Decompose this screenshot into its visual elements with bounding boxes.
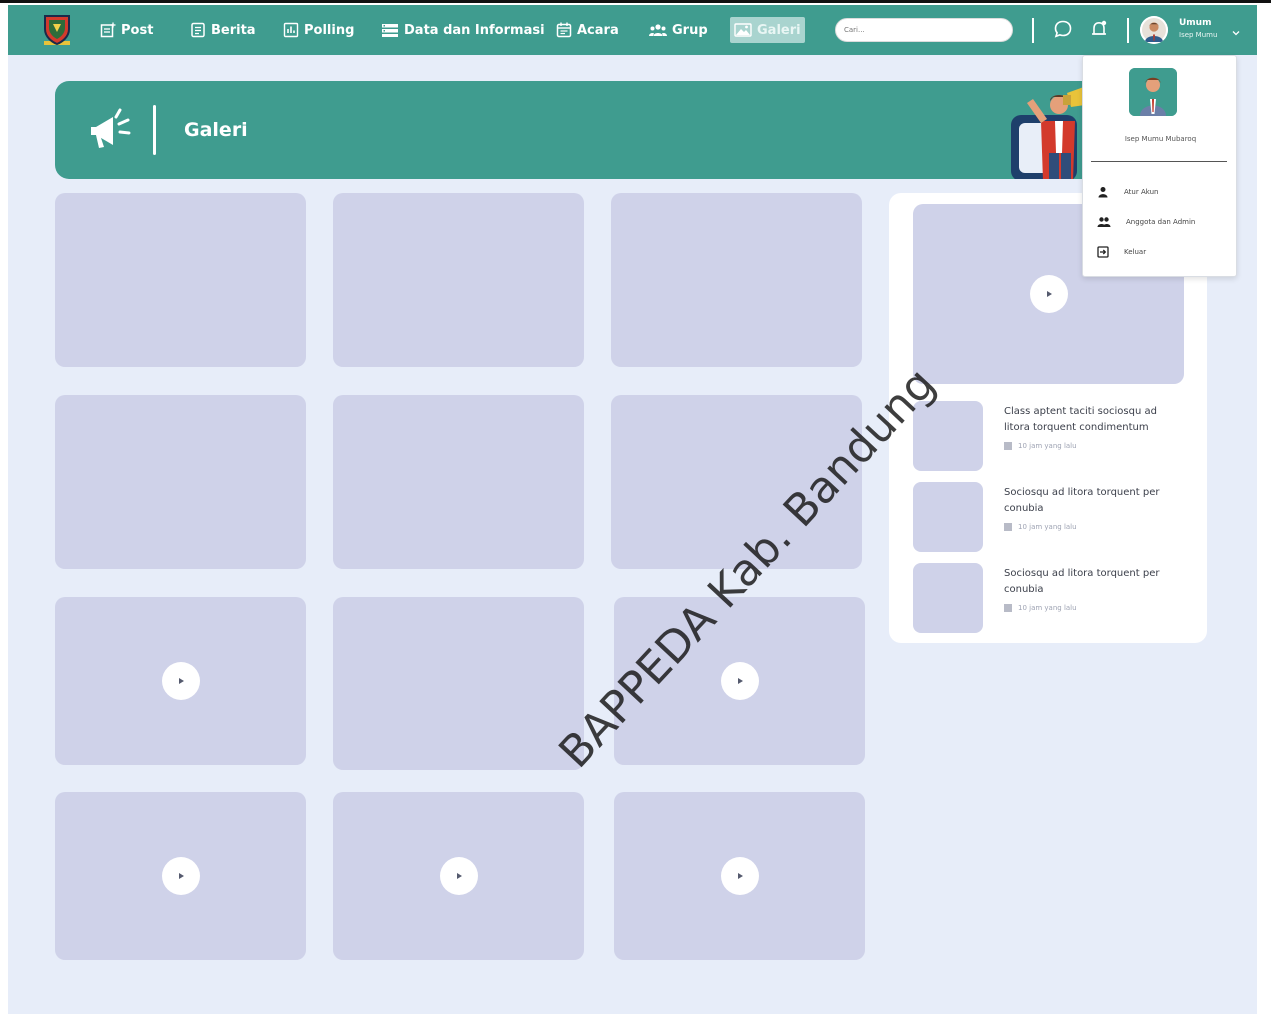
profile-name: Isep Mumu Mubaroq: [1124, 135, 1197, 143]
nav-polling[interactable]: Polling: [283, 5, 354, 55]
gallery-video-tile[interactable]: [333, 792, 584, 960]
image-icon: [734, 23, 752, 37]
nav-grup[interactable]: Grup: [649, 5, 708, 55]
news-icon: [191, 22, 205, 38]
nav-data-informasi-label: Data dan Informasi: [404, 22, 545, 38]
navbar-divider: [1032, 18, 1034, 43]
polling-icon: [283, 22, 299, 38]
user-name: Isep Mumu: [1179, 31, 1218, 39]
nav-post[interactable]: Post: [100, 5, 153, 55]
list-item-thumbnail: [913, 482, 983, 552]
play-icon[interactable]: [1029, 275, 1068, 313]
chat-icon[interactable]: [1052, 18, 1074, 40]
users-icon: [1097, 217, 1111, 227]
list-item[interactable]: Sociosqu ad litora torquent per conubia …: [913, 563, 1193, 633]
gallery-video-tile[interactable]: [614, 792, 865, 960]
banner-divider: [153, 105, 156, 155]
gallery-tile[interactable]: [333, 395, 584, 569]
play-icon[interactable]: [161, 662, 200, 700]
play-icon[interactable]: [439, 857, 478, 895]
user-icon: [1098, 187, 1108, 198]
list-item[interactable]: Class aptent taciti sociosqu ad litora t…: [913, 401, 1193, 471]
list-item-time: 10 jam yang lalu: [1004, 604, 1077, 612]
nav-post-label: Post: [121, 22, 154, 38]
navbar: Post Berita Polling Data dan Informasi A…: [8, 5, 1257, 55]
clock-icon: [1004, 604, 1012, 612]
nav-polling-label: Polling: [304, 22, 355, 38]
top-border: [0, 0, 1271, 3]
nav-acara-label: Acara: [577, 22, 619, 38]
notification-icon[interactable]: [1088, 18, 1110, 40]
navbar-divider: [1127, 18, 1129, 43]
nav-grup-label: Grup: [672, 22, 708, 38]
search-input[interactable]: [835, 18, 1013, 42]
menu-item-atur-akun[interactable]: Atur Akun: [1097, 184, 1227, 200]
list-item[interactable]: Sociosqu ad litora torquent per conubia …: [913, 482, 1193, 552]
gallery-tile[interactable]: [333, 597, 584, 770]
list-item-thumbnail: [913, 563, 983, 633]
play-icon[interactable]: [720, 662, 759, 700]
page-banner: Galeri: [55, 81, 1175, 179]
nav-data-informasi[interactable]: Data dan Informasi: [381, 5, 545, 55]
menu-item-label: Atur Akun: [1124, 188, 1159, 196]
gallery-tile[interactable]: [333, 193, 584, 367]
list-item-time: 10 jam yang lalu: [1004, 523, 1077, 531]
group-icon: [649, 24, 667, 36]
gallery-tile[interactable]: [611, 395, 862, 569]
dropdown-divider: [1091, 161, 1227, 162]
list-item-thumbnail: [913, 401, 983, 471]
list-item-time-label: 10 jam yang lalu: [1018, 523, 1077, 531]
list-item-title: Class aptent taciti sociosqu ad litora t…: [1004, 406, 1157, 433]
list-item-time: 10 jam yang lalu: [1004, 442, 1077, 450]
menu-item-label: Keluar: [1124, 248, 1147, 256]
megaphone-icon: [87, 105, 137, 155]
menu-item-label: Anggota dan Admin: [1126, 218, 1196, 226]
gallery-tile[interactable]: [611, 193, 862, 367]
app-window: Post Berita Polling Data dan Informasi A…: [8, 5, 1257, 1014]
list-item-title: Sociosqu ad litora torquent per conubia: [1004, 568, 1160, 595]
clock-icon: [1004, 442, 1012, 450]
gallery-tile[interactable]: [55, 395, 306, 569]
list-item-time-label: 10 jam yang lalu: [1018, 442, 1077, 450]
gallery-video-tile[interactable]: [614, 597, 865, 765]
nav-galeri-label: Galeri: [757, 22, 801, 38]
gallery-video-tile[interactable]: [55, 792, 306, 960]
clock-icon: [1004, 523, 1012, 531]
kabupaten-logo[interactable]: [40, 13, 74, 49]
menu-item-anggota-admin[interactable]: Anggota dan Admin: [1097, 214, 1227, 230]
nav-acara[interactable]: Acara: [556, 5, 619, 55]
play-icon[interactable]: [161, 857, 200, 895]
list-item-time-label: 10 jam yang lalu: [1018, 604, 1077, 612]
nav-galeri[interactable]: Galeri: [730, 17, 805, 43]
chevron-down-icon[interactable]: [1231, 22, 1241, 41]
menu-item-keluar[interactable]: Keluar: [1097, 244, 1227, 260]
nav-berita[interactable]: Berita: [190, 5, 256, 55]
gallery-video-tile[interactable]: [55, 597, 306, 765]
profile-dropdown: Isep Mumu Mubaroq Atur Akun Anggota dan …: [1082, 55, 1237, 277]
nav-berita-label: Berita: [211, 22, 256, 38]
user-role: Umum: [1179, 18, 1212, 28]
post-icon: [100, 22, 116, 38]
user-avatar[interactable]: [1140, 16, 1168, 44]
play-icon[interactable]: [720, 857, 759, 895]
profile-avatar: [1129, 68, 1177, 116]
gallery-tile[interactable]: [55, 193, 306, 367]
calendar-icon: [556, 22, 572, 38]
page-title: Galeri: [184, 119, 248, 141]
database-icon: [382, 24, 398, 37]
logout-icon: [1097, 246, 1109, 258]
list-item-title: Sociosqu ad litora torquent per conubia: [1004, 487, 1160, 514]
